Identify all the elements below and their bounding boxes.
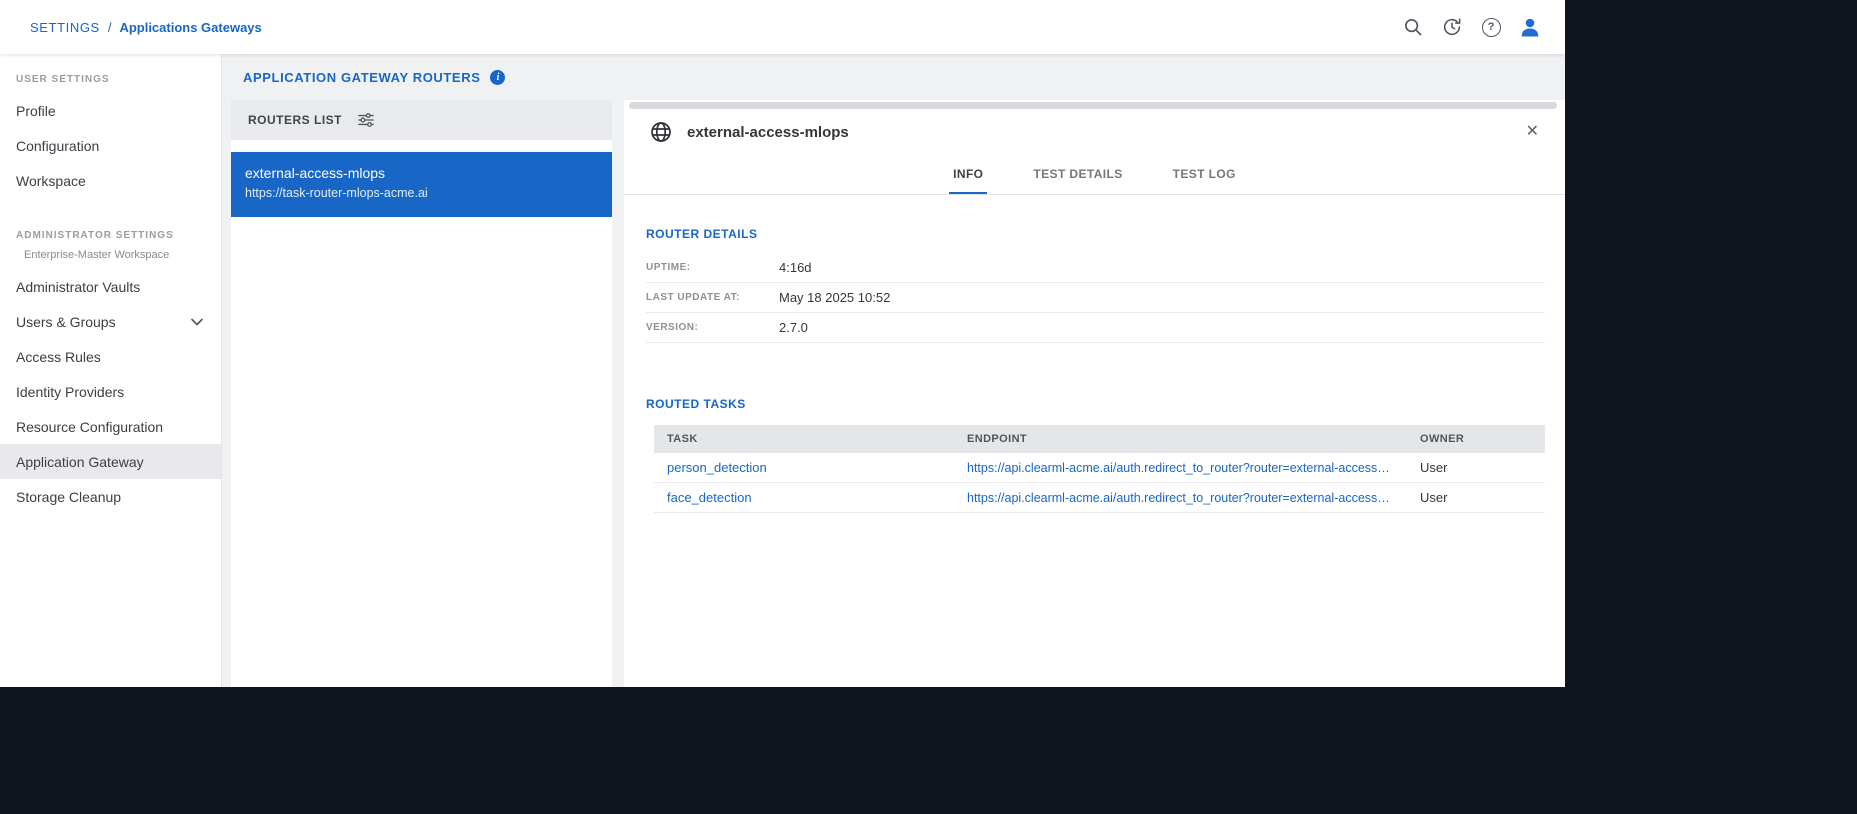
routers-list-body: external-access-mlops https://task-route… xyxy=(231,140,612,687)
column-header-task: TASK xyxy=(654,433,954,445)
horizontal-scrollbar[interactable] xyxy=(629,102,1557,109)
section-label-admin-settings: ADMINISTRATOR SETTINGS xyxy=(0,220,221,249)
search-icon[interactable] xyxy=(1401,15,1425,39)
table-row: face_detection https://api.clearml-acme.… xyxy=(654,483,1545,513)
sidebar-item-application-gateway[interactable]: Application Gateway xyxy=(0,444,221,479)
router-details-rows: UPTIME: 4:16d LAST UPDATE AT: May 18 202… xyxy=(646,253,1545,343)
sidebar-item-storage-cleanup[interactable]: Storage Cleanup xyxy=(0,479,221,514)
sidebar-item-users-groups[interactable]: Users & Groups xyxy=(0,304,221,339)
tab-info[interactable]: INFO xyxy=(949,154,987,194)
sidebar-item-profile[interactable]: Profile xyxy=(0,93,221,128)
globe-icon xyxy=(649,120,673,144)
page-title-row: APPLICATION GATEWAY ROUTERS i xyxy=(222,54,1565,100)
sidebar-item-label: Configuration xyxy=(16,138,99,154)
content-panels: ROUTERS LIST xyxy=(222,100,1565,687)
router-detail-panel: external-access-mlops ✕ INFO TEST DETAIL… xyxy=(624,100,1565,687)
sidebar-item-label: Storage Cleanup xyxy=(16,489,121,505)
breadcrumb-separator: / xyxy=(108,20,112,35)
sidebar-item-label: Access Rules xyxy=(16,349,101,365)
top-bar: SETTINGS / Applications Gateways ? xyxy=(0,0,1565,54)
router-list-item-selected[interactable]: external-access-mlops https://task-route… xyxy=(231,152,612,217)
detail-header: external-access-mlops ✕ xyxy=(624,110,1565,154)
sidebar-item-label: Identity Providers xyxy=(16,384,124,400)
routed-tasks-table: TASK ENDPOINT OWNER person_detection htt… xyxy=(654,425,1545,513)
sidebar-item-workspace[interactable]: Workspace xyxy=(0,163,221,198)
main-content: APPLICATION GATEWAY ROUTERS i ROUTERS LI… xyxy=(222,54,1565,687)
column-header-owner: OWNER xyxy=(1407,433,1545,445)
breadcrumb: SETTINGS / Applications Gateways xyxy=(30,20,262,35)
history-icon[interactable] xyxy=(1440,15,1464,39)
routed-tasks-heading: ROUTED TASKS xyxy=(646,397,1545,411)
sidebar-item-label: Administrator Vaults xyxy=(16,279,140,295)
sidebar-item-label: Profile xyxy=(16,103,56,119)
table-row: person_detection https://api.clearml-acm… xyxy=(654,453,1545,483)
column-header-endpoint: ENDPOINT xyxy=(954,433,1407,445)
sidebar-item-label: Users & Groups xyxy=(16,314,116,330)
main-layout: USER SETTINGS Profile Configuration Work… xyxy=(0,54,1565,687)
sidebar-item-administrator-vaults[interactable]: Administrator Vaults xyxy=(0,269,221,304)
routers-list-title: ROUTERS LIST xyxy=(248,113,342,127)
detail-row-version: VERSION: 2.7.0 xyxy=(646,313,1545,343)
section-label-user-settings: USER SETTINGS xyxy=(0,64,221,93)
breadcrumb-settings-link[interactable]: SETTINGS xyxy=(30,20,100,35)
router-details-heading: ROUTER DETAILS xyxy=(646,227,1545,241)
detail-content: ROUTER DETAILS UPTIME: 4:16d LAST UPDATE… xyxy=(624,195,1565,513)
detail-row-label: UPTIME: xyxy=(646,262,779,273)
filter-icon[interactable] xyxy=(358,113,374,127)
help-icon[interactable]: ? xyxy=(1479,15,1503,39)
detail-row-value: 2.7.0 xyxy=(779,320,808,335)
detail-row-label: VERSION: xyxy=(646,322,779,333)
sidebar-item-label: Application Gateway xyxy=(16,454,144,470)
detail-tabs: INFO TEST DETAILS TEST LOG xyxy=(624,154,1565,195)
sidebar-item-configuration[interactable]: Configuration xyxy=(0,128,221,163)
endpoint-link[interactable]: https://api.clearml-acme.ai/auth.redirec… xyxy=(954,461,1407,475)
task-link[interactable]: face_detection xyxy=(667,490,752,505)
detail-row-value: 4:16d xyxy=(779,260,812,275)
topbar-icon-group: ? xyxy=(1401,15,1542,39)
help-glyph: ? xyxy=(1482,18,1501,37)
sidebar-item-label: Workspace xyxy=(16,173,86,189)
sidebar-item-access-rules[interactable]: Access Rules xyxy=(0,339,221,374)
routers-list-panel: ROUTERS LIST xyxy=(231,100,612,687)
close-icon[interactable]: ✕ xyxy=(1526,124,1539,140)
app-window: SETTINGS / Applications Gateways ? xyxy=(0,0,1565,687)
detail-router-title: external-access-mlops xyxy=(687,124,849,141)
detail-row-last-update: LAST UPDATE AT: May 18 2025 10:52 xyxy=(646,283,1545,313)
sidebar-item-identity-providers[interactable]: Identity Providers xyxy=(0,374,221,409)
owner-cell: User xyxy=(1407,490,1545,505)
settings-sidebar: USER SETTINGS Profile Configuration Work… xyxy=(0,54,222,687)
router-url: https://task-router-mlops-acme.ai xyxy=(245,186,598,200)
desktop-background: { "topbar": { "breadcrumb": { "root": "S… xyxy=(0,0,1857,814)
info-icon[interactable]: i xyxy=(490,70,505,85)
endpoint-link[interactable]: https://api.clearml-acme.ai/auth.redirec… xyxy=(954,491,1407,505)
sidebar-item-label: Resource Configuration xyxy=(16,419,163,435)
tab-test-details[interactable]: TEST DETAILS xyxy=(1029,154,1126,194)
task-link[interactable]: person_detection xyxy=(667,460,767,475)
detail-row-label: LAST UPDATE AT: xyxy=(646,292,779,303)
page-title: APPLICATION GATEWAY ROUTERS xyxy=(243,70,480,85)
table-header-row: TASK ENDPOINT OWNER xyxy=(654,425,1545,453)
sidebar-item-resource-configuration[interactable]: Resource Configuration xyxy=(0,409,221,444)
routers-list-header: ROUTERS LIST xyxy=(231,100,612,140)
tab-test-log[interactable]: TEST LOG xyxy=(1169,154,1240,194)
router-name: external-access-mlops xyxy=(245,165,598,181)
breadcrumb-current-page: Applications Gateways xyxy=(119,20,261,35)
user-avatar[interactable] xyxy=(1518,15,1542,39)
detail-row-uptime: UPTIME: 4:16d xyxy=(646,253,1545,283)
detail-row-value: May 18 2025 10:52 xyxy=(779,290,890,305)
admin-settings-section: ADMINISTRATOR SETTINGS Enterprise-Master… xyxy=(0,220,221,514)
workspace-name-label: Enterprise-Master Workspace xyxy=(0,249,221,269)
owner-cell: User xyxy=(1407,460,1545,475)
chevron-down-icon xyxy=(191,318,203,326)
